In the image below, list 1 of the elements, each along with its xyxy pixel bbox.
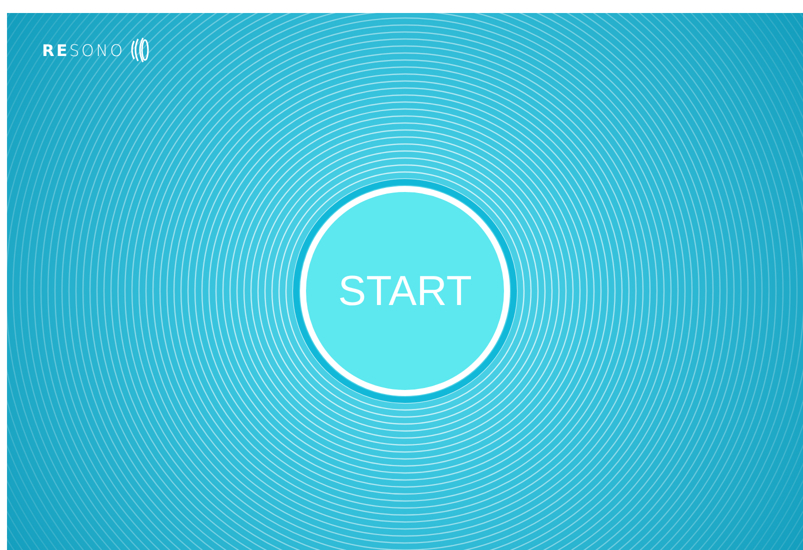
brand-logo: RESONO xyxy=(42,40,125,60)
